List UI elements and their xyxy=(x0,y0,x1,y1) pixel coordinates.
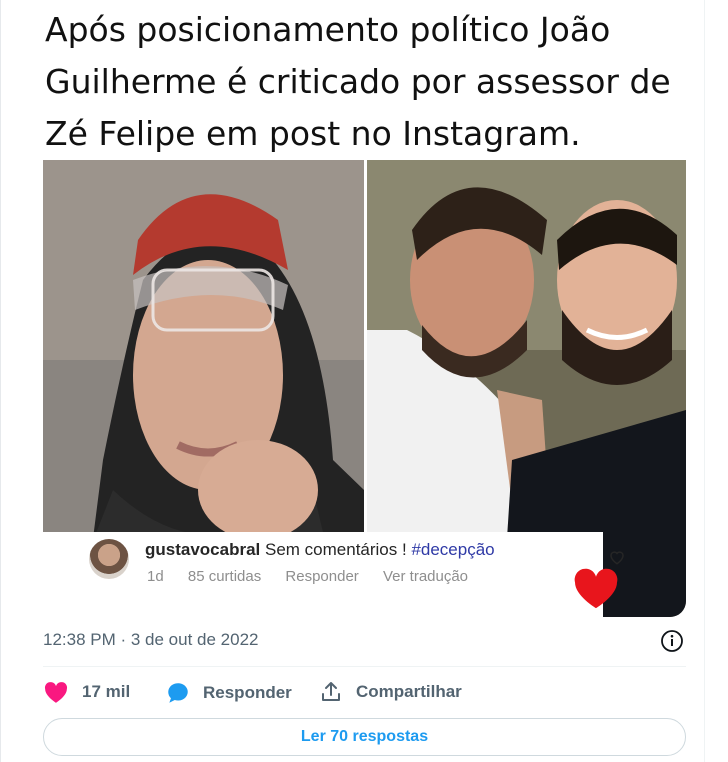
share-label: Compartilhar xyxy=(356,682,462,701)
comment-meta: 1d 85 curtidas Responder Ver tradução xyxy=(147,568,488,585)
comment-hashtag: #decepção xyxy=(411,540,495,559)
reply-label: Responder xyxy=(203,683,292,702)
info-icon[interactable] xyxy=(660,629,684,653)
commenter-avatar xyxy=(89,539,129,579)
divider xyxy=(43,666,686,667)
red-heart-icon xyxy=(574,568,618,609)
media-headline: Após posicionamento político João Guilhe… xyxy=(43,0,686,160)
speech-bubble-icon xyxy=(168,683,188,703)
comment-likes: 85 curtidas xyxy=(187,568,262,585)
comment-heart-outline-icon xyxy=(610,551,624,565)
comment-reply: Responder xyxy=(285,568,359,585)
like-count: 17 mil xyxy=(82,682,131,701)
frame-border-right xyxy=(704,0,705,762)
frame-border-left xyxy=(0,0,1,762)
reply-button[interactable]: Responder xyxy=(165,680,292,706)
comment-username: gustavocabral xyxy=(145,540,261,559)
share-button[interactable]: Compartilhar xyxy=(319,680,462,704)
heart-icon xyxy=(44,682,68,703)
instagram-comment-card: gustavocabral Sem comentários ! #decepçã… xyxy=(43,532,624,617)
comment-time: 1d xyxy=(147,568,164,585)
comment-translate: Ver tradução xyxy=(382,568,469,585)
comment-text: Sem comentários ! xyxy=(260,540,412,559)
share-icon xyxy=(322,682,340,701)
comment-line: gustavocabral Sem comentários ! #decepçã… xyxy=(145,540,495,560)
tweet-media-image[interactable]: Após posicionamento político João Guilhe… xyxy=(43,0,686,617)
read-replies-button[interactable]: Ler 70 respostas xyxy=(43,718,686,756)
tweet-timestamp[interactable]: 12:38 PM · 3 de out de 2022 xyxy=(43,630,259,650)
like-button[interactable]: 17 mil xyxy=(43,680,130,704)
